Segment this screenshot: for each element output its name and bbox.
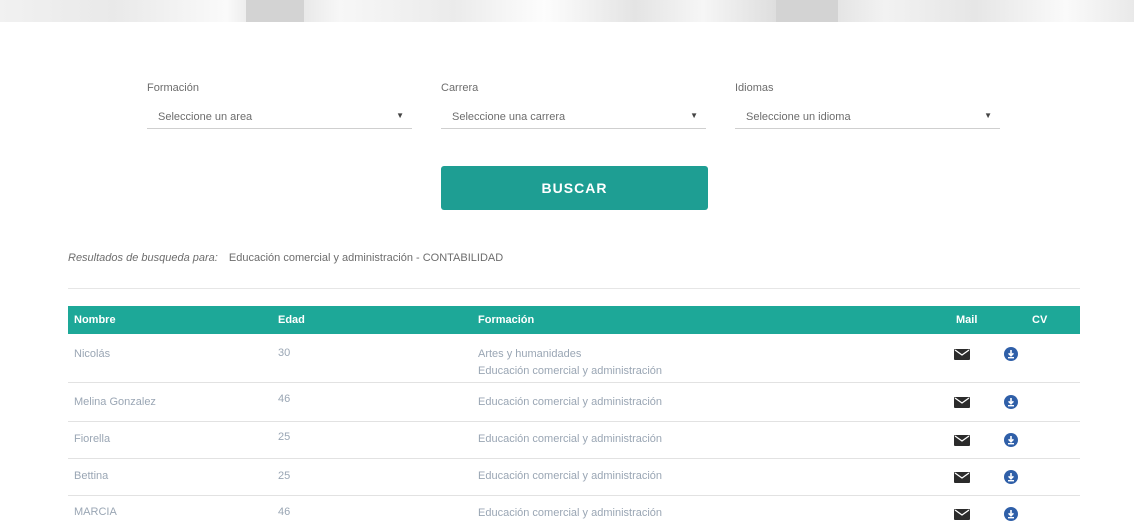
chevron-down-icon: ▼ xyxy=(396,111,404,120)
envelope-icon[interactable] xyxy=(954,509,970,520)
cell-formacion: Educación comercial y administración xyxy=(478,507,663,519)
cell-edad: 30 xyxy=(278,347,291,359)
table-row: Nicolás 30 Artes y humanidades Educación… xyxy=(68,334,1080,383)
download-icon[interactable] xyxy=(1004,470,1018,484)
table-header: Nombre Edad Formación Mail CV xyxy=(68,306,1080,334)
results-summary: Resultados de busqueda para: Educación c… xyxy=(68,252,503,264)
candidates-table: Nombre Edad Formación Mail CV Nicolás 30… xyxy=(68,306,1080,532)
table-row: Fiorella 25 Educación comercial y admini… xyxy=(68,422,1080,459)
filter-formacion-label: Formación xyxy=(147,82,199,94)
envelope-icon[interactable] xyxy=(954,472,970,483)
header-banner xyxy=(0,0,1134,22)
cell-formacion: Educación comercial y administración xyxy=(478,470,663,482)
cell-nombre[interactable]: Bettina xyxy=(74,470,108,482)
cell-formacion: Educación comercial y administración xyxy=(478,396,663,408)
filter-carrera-label: Carrera xyxy=(441,82,479,94)
divider xyxy=(68,288,1080,289)
cell-formacion: Educación comercial y administración xyxy=(478,365,663,377)
filter-carrera: Carrera Seleccione una carrera ▼ xyxy=(441,82,706,129)
banner-decoration xyxy=(246,0,304,22)
cell-edad: 25 xyxy=(278,470,291,482)
filter-idiomas-label: Idiomas xyxy=(735,82,774,94)
formacion-select-value: Seleccione un area xyxy=(158,111,253,123)
chevron-down-icon: ▼ xyxy=(690,111,698,120)
carrera-select-value: Seleccione una carrera xyxy=(452,111,566,123)
cell-edad: 25 xyxy=(278,431,291,443)
table-row: MARCIA 46 Educación comercial y administ… xyxy=(68,496,1080,532)
header-mail: Mail xyxy=(956,314,978,326)
download-icon[interactable] xyxy=(1004,433,1018,447)
envelope-icon[interactable] xyxy=(954,397,970,408)
download-icon[interactable] xyxy=(1004,507,1018,521)
cell-nombre[interactable]: Melina Gonzalez xyxy=(74,396,156,408)
cell-nombre[interactable]: Nicolás xyxy=(74,348,110,360)
header-nombre: Nombre xyxy=(74,314,116,326)
filter-formacion: Formación Seleccione un area ▼ xyxy=(147,82,412,129)
envelope-icon[interactable] xyxy=(954,349,970,360)
formacion-select[interactable]: Seleccione un area ▼ xyxy=(147,106,412,129)
carrera-select[interactable]: Seleccione una carrera ▼ xyxy=(441,106,706,129)
results-query: Educación comercial y administración - C… xyxy=(228,252,504,264)
table-row: Melina Gonzalez 46 Educación comercial y… xyxy=(68,383,1080,422)
chevron-down-icon: ▼ xyxy=(984,111,992,120)
cell-edad: 46 xyxy=(278,393,291,405)
header-edad: Edad xyxy=(278,314,305,326)
download-icon[interactable] xyxy=(1004,395,1018,409)
download-icon[interactable] xyxy=(1004,347,1018,361)
cell-nombre[interactable]: MARCIA xyxy=(74,506,117,518)
envelope-icon[interactable] xyxy=(954,435,970,446)
banner-decoration xyxy=(776,0,838,22)
results-prefix: Resultados de busqueda para: xyxy=(68,252,218,264)
cell-edad: 46 xyxy=(278,506,291,518)
cell-formacion: Artes y humanidades xyxy=(478,348,582,360)
table-row: Bettina 25 Educación comercial y adminis… xyxy=(68,459,1080,496)
idiomas-select[interactable]: Seleccione un idioma ▼ xyxy=(735,106,1000,129)
cell-formacion: Educación comercial y administración xyxy=(478,433,663,445)
filter-idiomas: Idiomas Seleccione un idioma ▼ xyxy=(735,82,1000,129)
search-button[interactable]: BUSCAR xyxy=(441,166,708,210)
header-formacion: Formación xyxy=(478,314,535,326)
header-cv: CV xyxy=(1032,314,1048,326)
idiomas-select-value: Seleccione un idioma xyxy=(746,111,851,123)
cell-nombre[interactable]: Fiorella xyxy=(74,433,110,445)
